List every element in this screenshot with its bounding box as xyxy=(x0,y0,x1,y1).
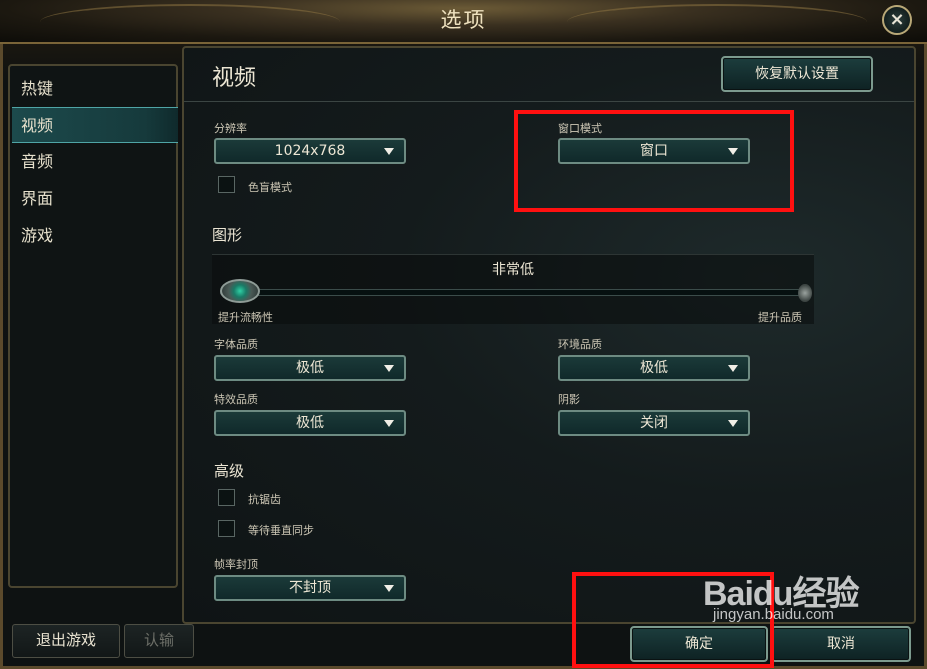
watermark: Baidu经验 jingyan.baidu.com xyxy=(703,566,883,630)
cancel-button[interactable]: 取消 xyxy=(771,626,911,662)
chevron-down-icon xyxy=(728,365,738,372)
slider-max-label: 提升品质 xyxy=(758,311,802,324)
slider-value-label: 非常低 xyxy=(492,262,534,278)
frame-cap-dropdown[interactable]: 不封顶 xyxy=(214,575,406,601)
font-quality-dropdown[interactable]: 极低 xyxy=(214,355,406,381)
slider-end-cap xyxy=(798,284,812,302)
slider-min-label: 提升流畅性 xyxy=(218,311,273,324)
graphics-section-title: 图形 xyxy=(212,226,243,244)
sidebar-item-video[interactable]: 视频 xyxy=(12,107,178,143)
chevron-down-icon xyxy=(384,365,394,372)
env-quality-label: 环境品质 xyxy=(558,338,602,351)
window-title: 选项 xyxy=(440,8,487,32)
colorblind-checkbox[interactable] xyxy=(218,176,235,193)
slider-handle[interactable] xyxy=(220,279,260,303)
sidebar-item-interface[interactable]: 界面 xyxy=(12,181,178,217)
surrender-button[interactable]: 认输 xyxy=(124,624,194,658)
chevron-down-icon xyxy=(384,420,394,427)
sidebar-item-hotkeys[interactable]: 热键 xyxy=(12,71,178,107)
resolution-dropdown[interactable]: 1024x768 xyxy=(214,138,406,164)
advanced-section-title: 高级 xyxy=(214,462,245,480)
panel-header: 视频 恢复默认设置 xyxy=(184,48,914,102)
slider-track[interactable] xyxy=(220,289,808,296)
page-title: 视频 xyxy=(212,66,257,91)
resolution-label: 分辨率 xyxy=(214,122,247,135)
vsync-label: 等待垂直同步 xyxy=(248,524,314,537)
font-quality-label: 字体品质 xyxy=(214,338,258,351)
close-icon[interactable]: × xyxy=(882,5,912,35)
sidebar: 热键 视频 音频 界面 游戏 xyxy=(8,64,178,588)
watermark-url: jingyan.baidu.com xyxy=(713,606,834,623)
shadows-dropdown[interactable]: 关闭 xyxy=(558,410,750,436)
shadows-label: 阴影 xyxy=(558,393,580,406)
graphics-quality-slider: 非常低 提升流畅性 提升品质 xyxy=(212,254,814,324)
effects-quality-dropdown[interactable]: 极低 xyxy=(214,410,406,436)
restore-defaults-button[interactable]: 恢复默认设置 xyxy=(721,56,873,92)
title-bar: 选项 × xyxy=(0,0,927,44)
antialiasing-checkbox[interactable] xyxy=(218,489,235,506)
antialiasing-label: 抗锯齿 xyxy=(248,493,281,506)
chevron-down-icon xyxy=(728,420,738,427)
effects-quality-value: 极低 xyxy=(296,415,324,431)
highlight-box-window-mode xyxy=(514,110,794,212)
vsync-checkbox[interactable] xyxy=(218,520,235,537)
sidebar-item-audio[interactable]: 音频 xyxy=(12,144,178,180)
chevron-down-icon xyxy=(384,148,394,155)
resolution-value: 1024x768 xyxy=(274,143,346,159)
env-quality-dropdown[interactable]: 极低 xyxy=(558,355,750,381)
shadows-value: 关闭 xyxy=(640,415,668,431)
frame-cap-label: 帧率封顶 xyxy=(214,558,258,571)
colorblind-label: 色盲模式 xyxy=(248,181,292,194)
font-quality-value: 极低 xyxy=(296,360,324,376)
exit-game-button[interactable]: 退出游戏 xyxy=(12,624,120,658)
env-quality-value: 极低 xyxy=(640,360,668,376)
chevron-down-icon xyxy=(384,585,394,592)
effects-quality-label: 特效品质 xyxy=(214,393,258,406)
frame-cap-value: 不封顶 xyxy=(289,580,331,596)
sidebar-item-game[interactable]: 游戏 xyxy=(12,218,178,254)
